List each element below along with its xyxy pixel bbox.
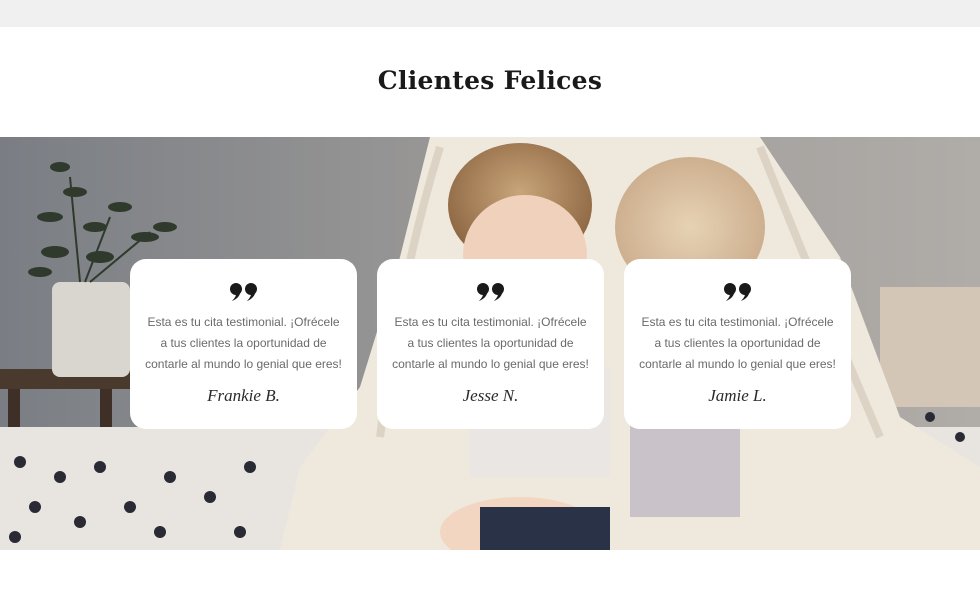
testimonial-card: Esta es tu cita testimonial. ¡Ofrécele a…	[624, 259, 851, 429]
top-bar	[0, 0, 980, 27]
testimonial-card: Esta es tu cita testimonial. ¡Ofrécele a…	[377, 259, 604, 429]
quote-marks-icon	[477, 283, 504, 301]
testimonial-author: Jesse N.	[462, 386, 519, 405]
testimonial-quote: Esta es tu cita testimonial. ¡Ofrécele a…	[392, 315, 589, 371]
quote-marks-icon	[724, 283, 751, 301]
testimonial-author: Frankie B.	[207, 386, 280, 405]
testimonial-card: Esta es tu cita testimonial. ¡Ofrécele a…	[130, 259, 357, 429]
testimonial-quote: Esta es tu cita testimonial. ¡Ofrécele a…	[145, 315, 342, 371]
quote-marks-icon	[230, 283, 257, 301]
section-title: Clientes Felices	[377, 66, 603, 95]
testimonial-quote: Esta es tu cita testimonial. ¡Ofrécele a…	[639, 315, 836, 371]
testimonial-author: Jamie L.	[708, 386, 767, 405]
